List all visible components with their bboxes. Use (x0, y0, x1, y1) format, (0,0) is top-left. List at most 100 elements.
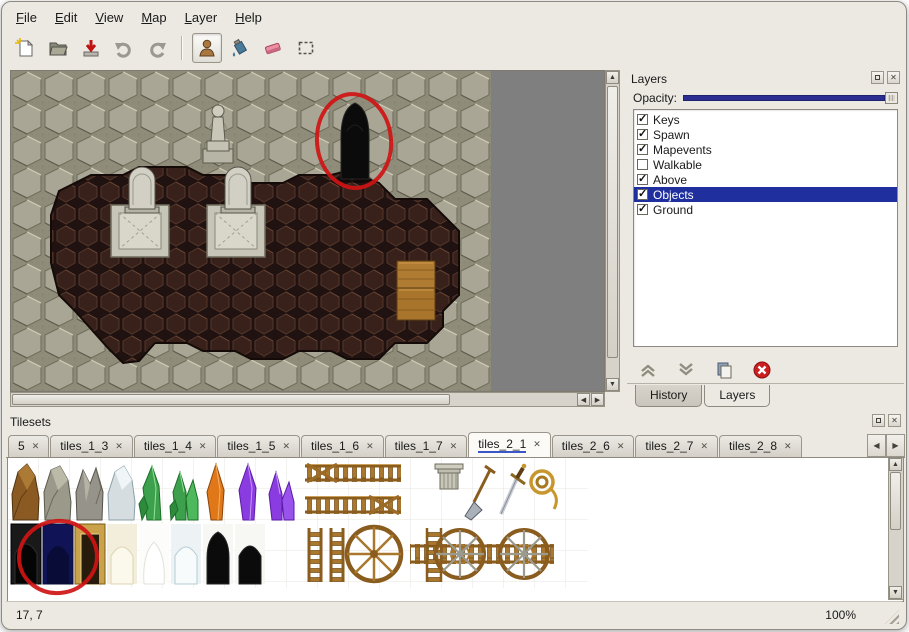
tile-pale-arch[interactable] (107, 524, 137, 584)
tab-scroll-right-button[interactable]: ▶ (886, 434, 905, 457)
open-button[interactable] (43, 33, 73, 63)
tileset-tab[interactable]: tiles_1_5 ✕ (217, 435, 300, 457)
close-icon[interactable]: ✕ (784, 441, 792, 452)
tileset-tab[interactable]: tiles_2_8✕ (719, 435, 802, 457)
tile-white-wisp[interactable] (139, 524, 169, 584)
opacity-slider-track[interactable] (683, 95, 885, 101)
opacity-slider[interactable] (683, 91, 898, 105)
layer-row[interactable]: ✓ Keys (634, 112, 897, 127)
layer-checkbox[interactable]: ✓ (637, 174, 648, 185)
scrollbar-thumb[interactable] (890, 472, 901, 530)
tab-label: Layers (719, 388, 755, 402)
tab-scroll-left-button[interactable]: ◀ (867, 434, 886, 457)
tab-label: tiles_2_7 (645, 439, 693, 453)
menu-view[interactable]: View (87, 8, 131, 27)
scroll-up-button[interactable]: ▲ (889, 458, 902, 471)
tileset-tab[interactable]: tiles_2_1✕ (468, 432, 551, 458)
menu-help[interactable]: Help (227, 8, 270, 27)
layer-row[interactable]: ✓ Above (634, 172, 897, 187)
tile-dark-arch-2[interactable] (235, 524, 265, 584)
layer-checkbox[interactable]: ✓ (637, 189, 648, 200)
layer-list: ✓ Keys ✓ Spawn ✓ Mapevents Walkable ✓ Ab… (633, 109, 898, 347)
layer-row[interactable]: ✓ Ground (634, 202, 897, 217)
close-icon[interactable]: ✕ (282, 441, 290, 452)
layer-checkbox[interactable] (637, 159, 648, 170)
lower-layer-button[interactable] (675, 359, 697, 381)
delete-layer-button[interactable] (751, 359, 773, 381)
tileset-tab[interactable]: 5✕ (8, 435, 49, 457)
panel-tab[interactable]: Layers (704, 385, 770, 407)
layer-name: Keys (653, 113, 680, 127)
tile-black-cloak[interactable] (203, 524, 233, 584)
tileset-tab[interactable]: tiles_1_3✕ (50, 435, 133, 457)
scrollbar-thumb[interactable] (607, 86, 618, 358)
opacity-slider-handle[interactable] (885, 92, 898, 104)
horizontal-splitter[interactable] (6, 407, 905, 414)
layer-checkbox[interactable]: ✓ (637, 204, 648, 215)
scroll-left-button[interactable]: ◀ (577, 393, 590, 406)
tileset-content[interactable]: ▲ ▼ (7, 458, 904, 602)
tile-selected-dark-blue[interactable] (43, 524, 73, 584)
layer-row[interactable]: ✓ Spawn (634, 127, 897, 142)
detach-icon (875, 75, 880, 80)
tileset-tab[interactable]: tiles_2_6 ✕ (552, 435, 635, 457)
arrow-right-icon: ▶ (892, 441, 898, 450)
tile-wagon-wheel[interactable] (347, 527, 401, 581)
layer-row[interactable]: ✓ Mapevents (634, 142, 897, 157)
vertical-splitter[interactable] (620, 70, 627, 407)
save-button[interactable] (76, 33, 106, 63)
menu-edit[interactable]: Edit (47, 8, 85, 27)
layer-row[interactable]: ✓ Objects (634, 187, 897, 202)
layer-checkbox[interactable]: ✓ (637, 129, 648, 140)
close-panel-button[interactable]: ✕ (887, 71, 900, 84)
tileset-vertical-scrollbar[interactable]: ▲ ▼ (888, 458, 903, 600)
tileset-tab[interactable]: tiles_1_4✕ (134, 435, 217, 457)
scroll-right-button[interactable]: ▶ (591, 393, 604, 406)
layer-checkbox[interactable]: ✓ (637, 144, 648, 155)
layer-checkbox[interactable]: ✓ (637, 114, 648, 125)
undo-icon (113, 37, 135, 59)
map-canvas[interactable] (10, 70, 605, 392)
tile-ice-arch[interactable] (171, 524, 201, 584)
close-icon[interactable]: ✕ (450, 441, 458, 452)
close-icon[interactable]: ✕ (533, 439, 541, 450)
tileset-tab[interactable]: tiles_1_6✕ (301, 435, 384, 457)
stamp-tool-button[interactable] (192, 33, 222, 63)
resize-grip[interactable] (885, 610, 899, 624)
scroll-down-button[interactable]: ▼ (889, 586, 902, 599)
fill-tool-button[interactable] (225, 33, 255, 63)
open-folder-icon (47, 37, 69, 59)
scroll-up-button[interactable]: ▲ (606, 71, 619, 84)
new-document-button[interactable] (10, 33, 40, 63)
layer-name: Ground (653, 203, 693, 217)
crates (397, 261, 435, 320)
raise-layer-button[interactable] (637, 359, 659, 381)
layer-row[interactable]: Walkable (634, 157, 897, 172)
detach-panel-button[interactable] (871, 71, 884, 84)
scroll-down-button[interactable]: ▼ (606, 378, 619, 391)
close-panel-button[interactable]: ✕ (888, 414, 901, 427)
tileset-tab[interactable]: tiles_1_7✕ (385, 435, 468, 457)
detach-panel-button[interactable] (872, 414, 885, 427)
menu-layer[interactable]: Layer (177, 8, 226, 27)
tab-label: tiles_1_5 (227, 439, 275, 453)
redo-button[interactable] (142, 33, 172, 63)
tab-label: tiles_2_6 (562, 439, 610, 453)
undo-button[interactable] (109, 33, 139, 63)
scrollbar-thumb[interactable] (12, 394, 450, 405)
panel-tab[interactable]: History (635, 385, 702, 407)
selection-tool-button[interactable] (291, 33, 321, 63)
tileset-tab[interactable]: tiles_2_7 ✕ (635, 435, 718, 457)
menu-file[interactable]: File (8, 8, 45, 27)
map-vertical-scrollbar[interactable]: ▲ ▼ (605, 70, 620, 392)
close-icon[interactable]: ✕ (366, 441, 374, 452)
map-horizontal-scrollbar[interactable]: ◀ ▶ (10, 392, 605, 407)
duplicate-layer-button[interactable] (713, 359, 735, 381)
eraser-tool-button[interactable] (258, 33, 288, 63)
close-icon[interactable]: ✕ (700, 441, 708, 452)
menu-map[interactable]: Map (133, 8, 174, 27)
close-icon[interactable]: ✕ (199, 441, 207, 452)
close-icon[interactable]: ✕ (617, 441, 625, 452)
close-icon[interactable]: ✕ (32, 441, 40, 452)
close-icon[interactable]: ✕ (115, 441, 123, 452)
